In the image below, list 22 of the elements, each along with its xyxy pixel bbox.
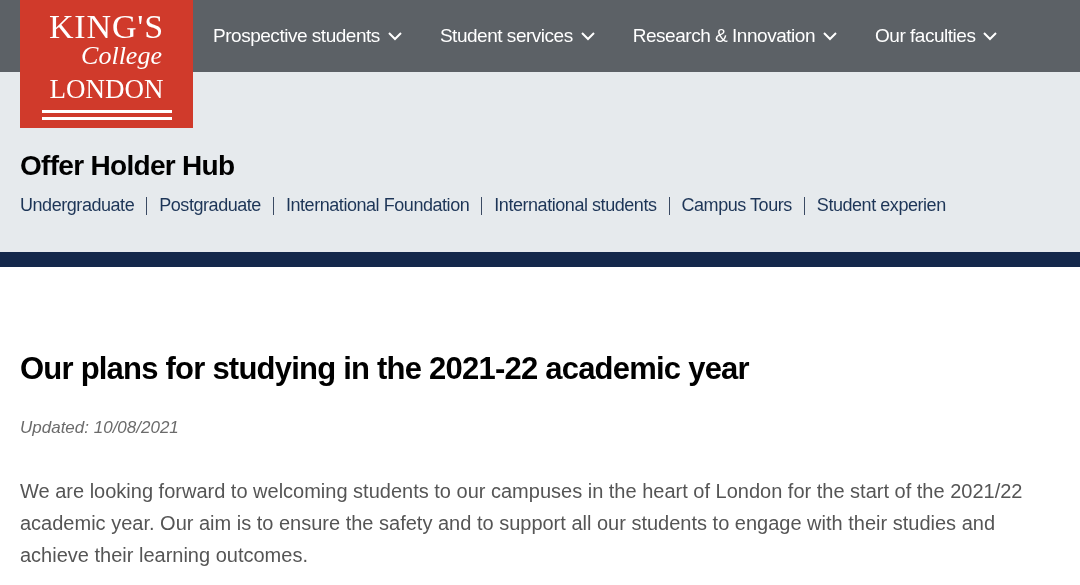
sub-nav-link[interactable]: Undergraduate xyxy=(20,192,135,219)
logo[interactable]: KING'S College LONDON xyxy=(20,0,193,128)
logo-text: College xyxy=(80,44,162,68)
updated-date: Updated: 10/08/2021 xyxy=(20,417,180,439)
nav-menu-item[interactable]: Student services xyxy=(439,21,595,51)
chevron-down-icon xyxy=(983,31,998,41)
sub-nav-link[interactable]: Campus Tours xyxy=(681,192,792,219)
nav-menu-item[interactable]: Research & Innovation xyxy=(632,21,837,51)
sub-nav-link[interactable]: International students xyxy=(494,192,657,219)
sub-nav-link[interactable]: International Foundation xyxy=(285,192,470,219)
logo-text: LONDON xyxy=(49,73,164,106)
logo-text: KING'S xyxy=(48,10,165,44)
section-title: Offer Holder Hub xyxy=(20,149,236,183)
sub-nav-link[interactable]: Student experien xyxy=(816,192,946,219)
chevron-down-icon xyxy=(580,31,595,41)
sub-nav-link[interactable]: Postgraduate xyxy=(159,192,261,219)
intro-paragraph: We are looking forward to welcoming students to our campuses in the heart of London for the start of the 2021/22 academic year. Our aim is to ensure the safety and to support all our students to engage with their studies and achieve their learning outcomes. xyxy=(20,478,1024,568)
nav-menu-item[interactable]: Prospective students xyxy=(213,21,402,51)
chevron-down-icon xyxy=(387,31,402,41)
article-heading: Our plans for studying in the 2021-22 academic year xyxy=(20,350,750,388)
nav-menu-item[interactable]: Our faculties xyxy=(875,21,998,51)
chevron-down-icon xyxy=(823,31,837,41)
